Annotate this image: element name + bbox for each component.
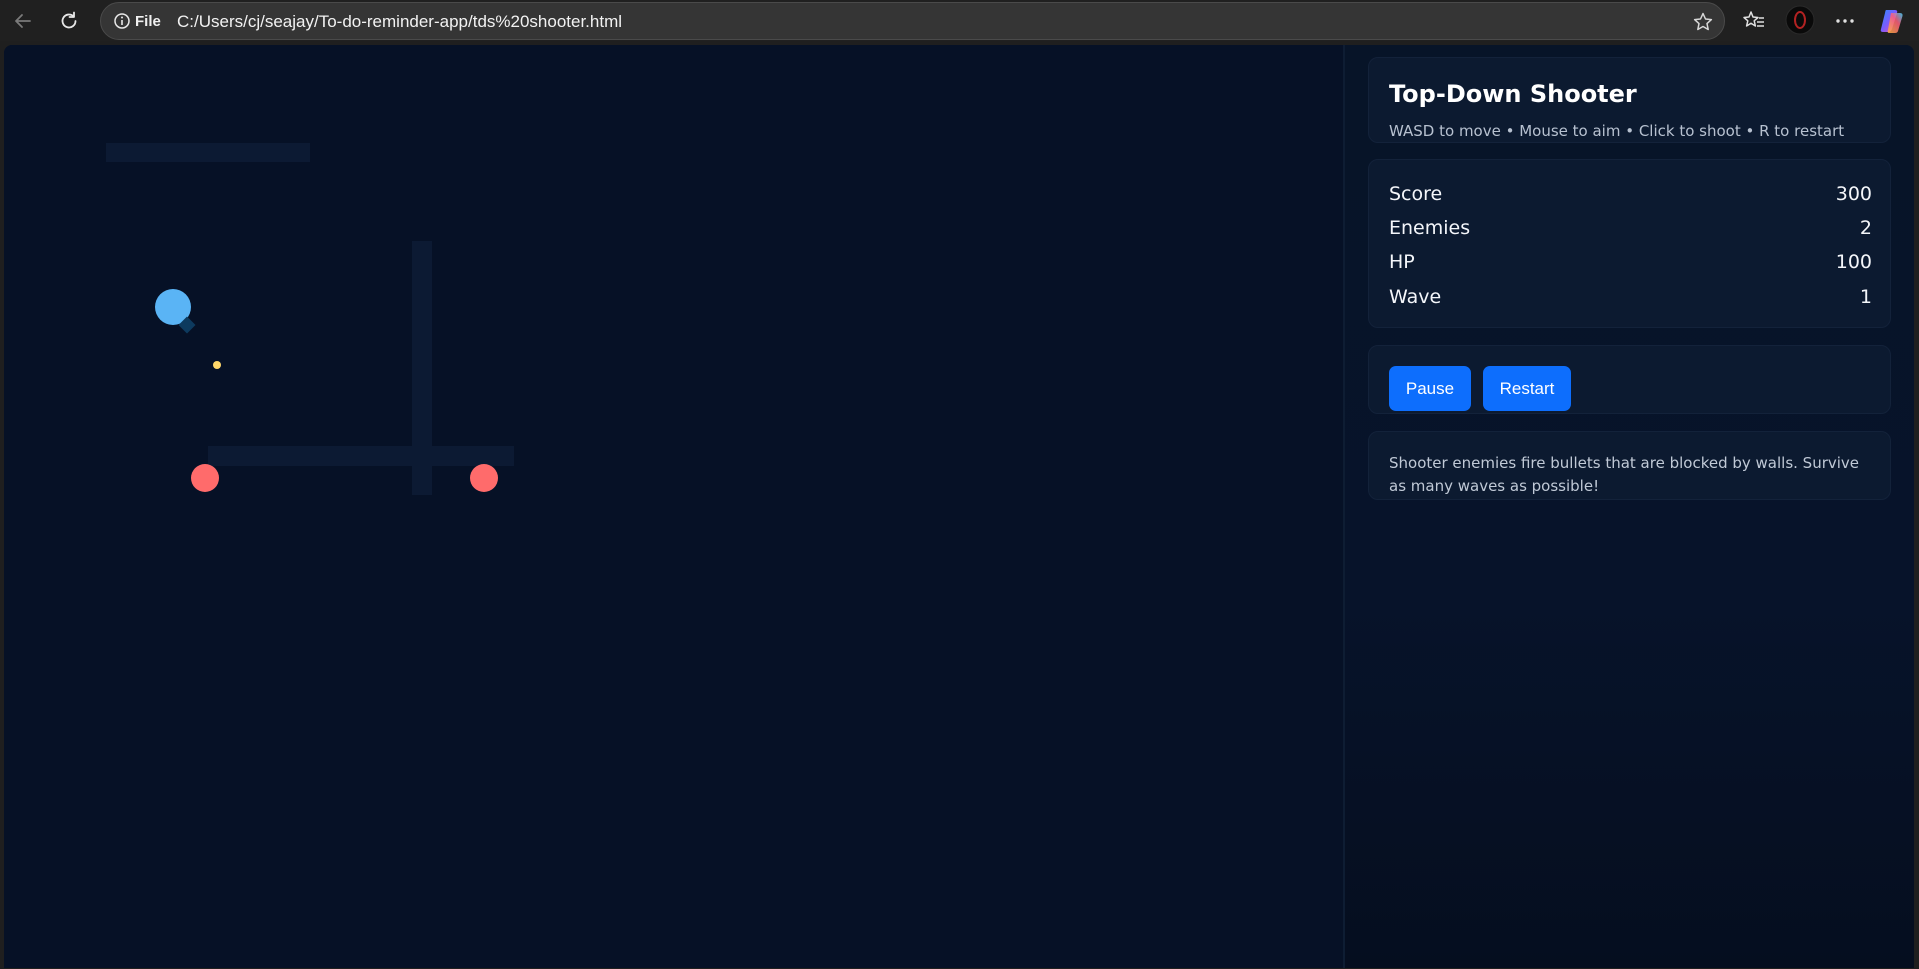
controls-hint: WASD to move • Mouse to aim • Click to s… [1389,122,1845,140]
enemy [470,464,498,492]
info-card: Shooter enemies fire bullets that are bl… [1368,431,1891,500]
favorite-star-icon[interactable] [1692,11,1714,33]
copilot-icon [1880,10,1903,33]
stat-wave: Wave 1 [1389,284,1872,310]
stat-label: Wave [1389,286,1442,308]
restart-button[interactable]: Restart [1483,366,1571,411]
page-title: Top-Down Shooter [1389,80,1637,108]
stat-enemies: Enemies 2 [1389,215,1872,241]
controls-card: Pause Restart [1368,345,1891,414]
refresh-icon [61,11,77,29]
game-canvas[interactable] [4,45,1343,968]
bullet [213,361,221,369]
address-bar[interactable]: File C:/Users/cj/seajay/To-do-reminder-a… [100,2,1725,40]
stat-hp: HP 100 [1389,249,1872,275]
title-card: Top-Down Shooter WASD to move • Mouse to… [1368,57,1891,143]
profile-button[interactable] [1785,5,1815,35]
info-icon[interactable] [113,12,131,30]
wall [106,143,310,162]
stat-value: 2 [1859,217,1872,239]
stat-score: Score 300 [1389,181,1872,207]
pause-button[interactable]: Pause [1389,366,1471,411]
url-text[interactable]: C:/Users/cj/seajay/To-do-reminder-app/td… [177,12,622,32]
favorites-button[interactable] [1740,7,1768,35]
page-viewport: Top-Down Shooter WASD to move • Mouse to… [4,45,1914,968]
side-panel: Top-Down Shooter WASD to move • Mouse to… [1345,45,1914,968]
stat-label: Score [1389,183,1443,205]
stats-card: Score 300 Enemies 2 HP 100 Wave 1 [1368,159,1891,328]
stat-label: Enemies [1389,217,1471,239]
avatar [1785,5,1815,35]
back-arrow-icon [15,14,31,28]
info-text: Shooter enemies fire bullets that are bl… [1389,454,1860,495]
player [155,289,196,334]
stat-value: 100 [1835,251,1872,273]
stat-label: HP [1389,251,1415,273]
stat-value: 300 [1835,183,1872,205]
copilot-button[interactable] [1878,7,1906,35]
browser-toolbar: File C:/Users/cj/seajay/To-do-reminder-a… [0,0,1919,41]
favorites-list-icon [1743,11,1764,27]
stat-value: 1 [1859,286,1872,308]
refresh-button[interactable] [53,5,85,37]
more-options-button[interactable] [1831,7,1859,35]
file-scheme-label: File [135,13,161,30]
enemy [191,464,219,492]
back-button[interactable] [7,5,39,37]
game-field[interactable] [4,45,1343,968]
more-dots-icon [1836,19,1854,23]
wall [208,446,514,466]
